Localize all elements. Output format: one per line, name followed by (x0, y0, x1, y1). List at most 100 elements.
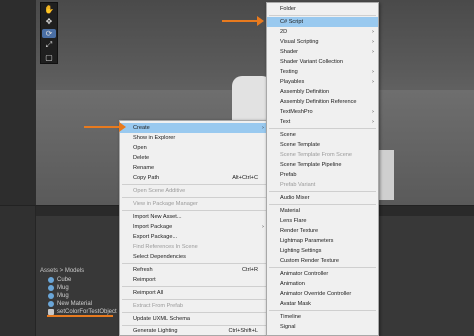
asset-label: Mug (57, 285, 69, 291)
submenu-item-2d[interactable]: 2D › (267, 27, 378, 37)
menu-label: Scene Template From Scene (280, 152, 353, 158)
menu-label: Select Dependencies (133, 254, 186, 260)
menu-item-export-package[interactable]: Export Package... (120, 232, 268, 242)
submenu-item-shader-variant-collection[interactable]: Shader Variant Collection (267, 57, 378, 67)
menu-separator (122, 184, 266, 185)
submenu-item-timeline[interactable]: Timeline (267, 312, 378, 322)
menu-label: View in Package Manager (133, 201, 198, 207)
asset-item[interactable]: Cube (48, 277, 71, 283)
breadcrumb: Assets > Models (40, 268, 85, 274)
menu-item-extract-from-prefab: Extract From Prefab (120, 301, 268, 311)
menu-label: Folder (280, 6, 296, 12)
submenu-item-signal[interactable]: Signal (267, 322, 378, 332)
submenu-item-avatar-mask[interactable]: Avatar Mask (267, 299, 378, 309)
submenu-item-textmeshpro[interactable]: TextMeshPro › (267, 107, 378, 117)
menu-item-delete[interactable]: Delete (120, 153, 268, 163)
menu-label: Timeline (280, 314, 301, 320)
context-menu: Create › Show in Explorer Open Delete Ren… (119, 120, 269, 336)
submenu-item-lightmap-parameters[interactable]: Lightmap Parameters (267, 236, 378, 246)
submenu-item-custom-render-texture[interactable]: Custom Render Texture (267, 256, 378, 266)
menu-item-reimport[interactable]: Reimport (120, 275, 268, 285)
submenu-item-animator-override-controller[interactable]: Animator Override Controller (267, 289, 378, 299)
menu-label: Copy Path (133, 175, 160, 181)
menu-item-import-new-asset[interactable]: Import New Asset... (120, 212, 268, 222)
submenu-item-visual-scripting[interactable]: Visual Scripting › (267, 37, 378, 47)
asset-item[interactable]: Mug (48, 293, 69, 299)
mesh-icon (48, 293, 54, 299)
menu-item-open-scene-additive: Open Scene Additive (120, 186, 268, 196)
submenu-item-testing[interactable]: Testing › (267, 67, 378, 77)
asset-item[interactable]: New Material (48, 301, 92, 307)
submenu-item-material[interactable]: Material (267, 206, 378, 216)
submenu-item-audio-mixer[interactable]: Audio Mixer (267, 193, 378, 203)
menu-label: 2D (280, 29, 288, 35)
submenu-item-playables[interactable]: Playables › (267, 77, 378, 87)
menu-label: Visual Scripting (280, 39, 319, 45)
menu-label: C# Script (280, 19, 304, 25)
menu-item-rename[interactable]: Rename (120, 163, 268, 173)
menu-label: Assembly Definition Reference (280, 99, 357, 105)
menu-label: Rename (133, 165, 155, 171)
annotation-arrow-csharp-script (222, 16, 264, 26)
menu-separator (269, 15, 376, 16)
menu-label: Signal (280, 324, 296, 330)
menu-item-import-package[interactable]: Import Package › (120, 222, 268, 232)
menu-label: Testing (280, 69, 298, 75)
menu-item-create[interactable]: Create › (120, 123, 268, 133)
menu-item-copy-path[interactable]: Copy Path Alt+Ctrl+C (120, 173, 268, 183)
annotation-arrow-create (84, 122, 126, 132)
menu-item-reimport-all[interactable]: Reimport All (120, 288, 268, 298)
menu-item-select-dependencies[interactable]: Select Dependencies (120, 252, 268, 262)
submenu-item-csharp-script[interactable]: C# Script (267, 17, 378, 27)
submenu-item-animation[interactable]: Animation (267, 279, 378, 289)
submenu-item-lighting-settings[interactable]: Lighting Settings (267, 246, 378, 256)
rect-tool-icon[interactable]: ▢ (42, 52, 56, 62)
menu-item-generate-lighting[interactable]: Generate Lighting Ctrl+Shift+L (120, 326, 268, 336)
submenu-item-assembly-definition-reference[interactable]: Assembly Definition Reference (267, 97, 378, 107)
menu-label: Generate Lighting (133, 328, 178, 334)
menu-label: TextMeshPro (280, 109, 313, 115)
menu-label: Animator Override Controller (280, 291, 352, 297)
asset-item[interactable]: Mug (48, 285, 69, 291)
submenu-item-text[interactable]: Text › (267, 117, 378, 127)
submenu-item-lens-flare[interactable]: Lens Flare (267, 216, 378, 226)
submenu-arrow-icon: › (372, 49, 374, 55)
asset-label: Cube (57, 277, 72, 283)
menu-item-open[interactable]: Open (120, 143, 268, 153)
scale-tool-icon[interactable]: ⤢ (42, 40, 56, 50)
menu-label: Delete (133, 155, 150, 161)
submenu-item-render-texture[interactable]: Render Texture (267, 226, 378, 236)
menu-item-refresh[interactable]: Refresh Ctrl+R (120, 265, 268, 275)
menu-separator (122, 299, 266, 300)
submenu-item-scene-template-pipeline[interactable]: Scene Template Pipeline (267, 160, 378, 170)
submenu-item-folder[interactable]: Folder (267, 4, 378, 14)
submenu-arrow-icon: › (372, 29, 374, 35)
menu-label: Show in Explorer (133, 135, 176, 141)
submenu-item-animator-controller[interactable]: Animator Controller (267, 269, 378, 279)
submenu-item-assembly-definition[interactable]: Assembly Definition (267, 87, 378, 97)
submenu-item-scene-template[interactable]: Scene Template (267, 140, 378, 150)
create-submenu: Folder C# Script 2D › Visual Scripting › S… (266, 2, 379, 336)
submenu-item-prefab[interactable]: Prefab (267, 170, 378, 180)
menu-label: Scene Template Pipeline (280, 162, 342, 168)
menu-label: Update UXML Schema (133, 316, 190, 322)
submenu-item-scene[interactable]: Scene (267, 130, 378, 140)
move-tool-icon[interactable]: ✥ (42, 17, 56, 27)
menu-label: Avatar Mask (280, 301, 311, 307)
project-folder-tree (0, 206, 36, 336)
rotate-tool-icon[interactable]: ⟳ (42, 28, 56, 39)
menu-item-view-in-package-manager: View in Package Manager (120, 199, 268, 209)
menu-label: Text (280, 119, 291, 125)
menu-item-show-in-explorer[interactable]: Show in Explorer (120, 133, 268, 143)
hand-tool-icon[interactable]: ✋ (42, 5, 56, 15)
submenu-item-shader[interactable]: Shader › (267, 47, 378, 57)
asset-label: Mug (57, 293, 69, 299)
menu-label: Lightmap Parameters (280, 238, 334, 244)
menu-label: Find References In Scene (133, 244, 198, 250)
menu-label: Assembly Definition (280, 89, 330, 95)
menu-label: Prefab Variant (280, 182, 316, 188)
menu-label: Create (133, 125, 150, 131)
menu-item-update-uxml-schema[interactable]: Update UXML Schema (120, 314, 268, 324)
menu-label: Import New Asset... (133, 214, 182, 220)
annotation-underline (47, 315, 113, 317)
